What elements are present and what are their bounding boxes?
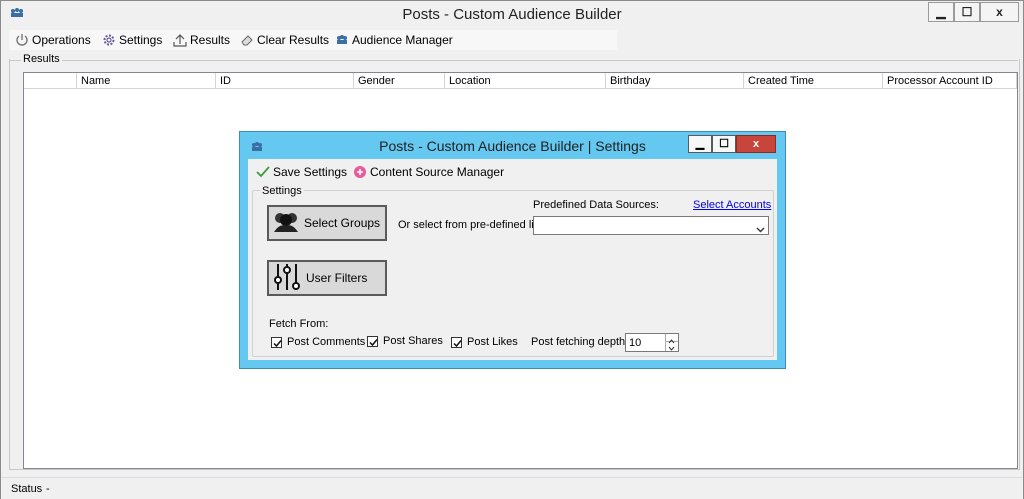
column-header-id[interactable]: ID [216,73,354,89]
clear-results-label: Clear Results [257,33,330,47]
select-groups-button[interactable]: Select Groups [267,205,387,241]
results-group-label: Results [21,53,62,65]
column-header-created-time[interactable]: Created Time [744,73,883,89]
grid-row-header [24,73,77,89]
post-likes-checkbox[interactable]: Post Likes [451,336,518,348]
depth-stepper[interactable]: 10 [625,333,679,352]
audience-manager-label: Audience Manager [352,33,453,47]
post-comments-check-icon [271,336,282,348]
title-bar: Posts - Custom Audience Builder ▁ ☐ x [1,1,1023,29]
save-settings-button[interactable]: Save Settings [256,164,347,180]
post-shares-label: Post Shares [383,335,443,347]
post-likes-label: Post Likes [467,336,518,348]
fetch-from-label: Fetch From: [269,318,329,330]
depth-label: Post fetching depth [531,336,626,348]
post-likes-check-icon [451,336,462,348]
column-header-birthday[interactable]: Birthday [606,73,744,89]
select-groups-label: Select Groups [304,216,381,230]
maximize-button[interactable]: ☐ [954,2,980,22]
column-header-gender[interactable]: Gender [354,73,445,89]
upload-icon [173,33,187,47]
operations-button[interactable]: Operations [15,32,91,48]
column-header-name[interactable]: Name [77,73,216,89]
main-toolbar: Operations Settings Results Clear Result… [9,30,617,50]
select-accounts-link[interactable]: Select Accounts [693,199,771,211]
stepper-down-icon[interactable] [665,342,678,351]
content-source-manager-button[interactable]: Content Source Manager [353,164,504,180]
post-comments-checkbox[interactable]: Post Comments [271,336,365,348]
results-label: Results [190,33,231,47]
results-button[interactable]: Results [173,32,230,48]
save-settings-label: Save Settings [273,165,348,179]
settings-button[interactable]: Settings [102,32,162,48]
power-icon [15,33,29,47]
people-icon [335,34,349,46]
group-users-icon [272,210,300,237]
predefined-sources-dropdown[interactable] [533,216,769,235]
dialog-client: Save Settings Content Source Manager Set… [248,159,777,360]
or-select-label: Or select from pre-defined list [398,219,543,231]
status-bar: Status - [1,477,1023,499]
content-source-manager-label: Content Source Manager [370,165,505,179]
close-button[interactable]: x [980,2,1019,22]
operations-label: Operations [32,33,91,47]
user-filters-label: User Filters [306,271,368,285]
column-header-location[interactable]: Location [445,73,606,89]
plus-circle-icon [353,165,367,179]
depth-value: 10 [629,337,642,349]
settings-label: Settings [119,33,163,47]
post-comments-label: Post Comments [287,336,366,348]
minimize-button[interactable]: ▁ [928,2,954,22]
dialog-close-button[interactable]: x [736,135,776,153]
sliders-icon [272,262,302,295]
column-header-processor-account-id[interactable]: Processor Account ID [883,73,1017,89]
gear-icon [102,33,116,47]
window-title: Posts - Custom Audience Builder [402,6,622,23]
settings-group-label: Settings [260,185,304,197]
status-value: - [46,483,50,495]
stepper-up-icon[interactable] [665,334,678,344]
checkmark-icon [256,166,270,178]
audience-manager-button[interactable]: Audience Manager [335,32,453,48]
user-filters-button[interactable]: User Filters [267,260,387,296]
dialog-maximize-button[interactable]: ☐ [712,135,736,153]
post-shares-checkbox[interactable]: Post Shares [367,335,443,347]
predefined-sources-label: Predefined Data Sources: [533,199,659,211]
post-shares-check-icon [367,335,378,347]
dialog-minimize-button[interactable]: ▁ [688,135,712,153]
clear-results-button[interactable]: Clear Results [240,32,329,48]
status-label: Status [11,483,43,495]
settings-dialog: Posts - Custom Audience Builder | Settin… [239,131,786,369]
eraser-icon [240,33,254,47]
chevron-down-icon [756,222,765,236]
